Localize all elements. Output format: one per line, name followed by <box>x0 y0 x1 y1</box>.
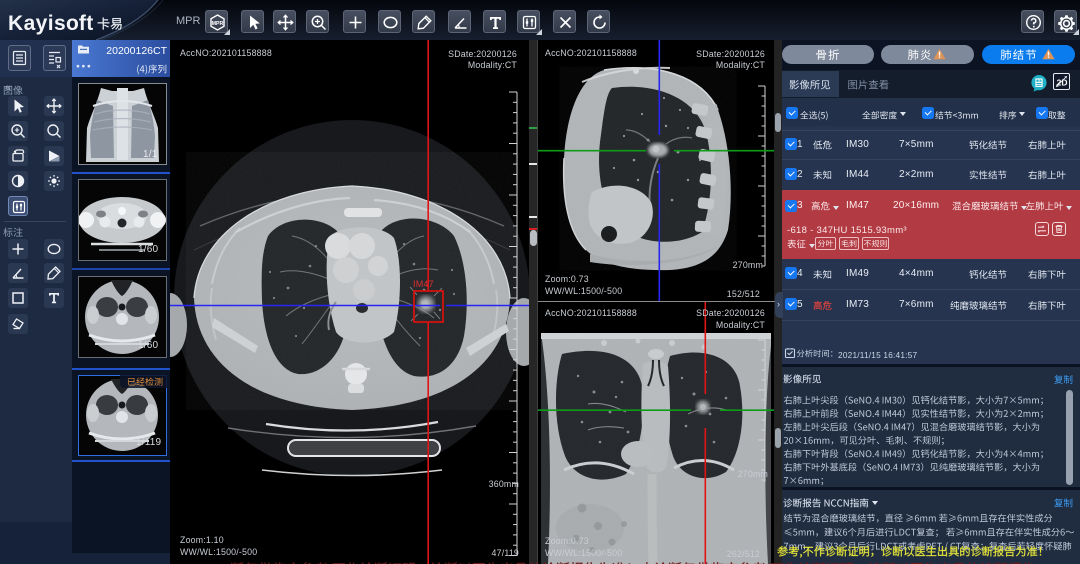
svg-text:MPR: MPR <box>212 21 224 27</box>
svg-text:2D: 2D <box>1057 77 1068 87</box>
